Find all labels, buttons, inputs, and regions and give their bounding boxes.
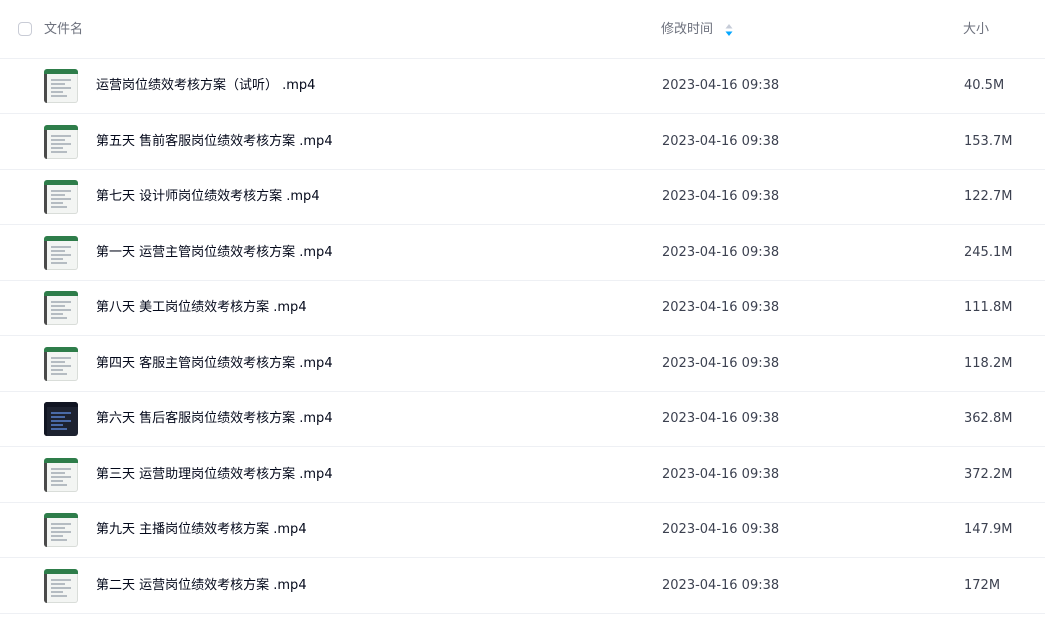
file-row[interactable]: 第三天 运营助理岗位绩效考核方案 .mp4 2023-04-16 09:38 372… [0, 447, 1045, 503]
file-name[interactable]: 运营岗位绩效考核方案（试听） .mp4 [96, 76, 315, 96]
file-size: 153.7M [964, 133, 1013, 149]
file-modified-time: 2023-04-16 09:38 [662, 577, 780, 593]
file-size: 372.2M [964, 466, 1013, 482]
select-all-checkbox[interactable] [18, 22, 32, 36]
file-name[interactable]: 第七天 设计师岗位绩效考核方案 .mp4 [96, 187, 320, 207]
video-thumbnail-icon[interactable] [44, 69, 78, 103]
file-name[interactable]: 第三天 运营助理岗位绩效考核方案 .mp4 [96, 465, 333, 485]
file-modified-time: 2023-04-16 09:38 [662, 244, 780, 260]
video-thumbnail-icon[interactable] [44, 180, 78, 214]
file-name[interactable]: 第二天 运营岗位绩效考核方案 .mp4 [96, 576, 307, 596]
file-size: 362.8M [964, 411, 1013, 426]
file-size: 172M [964, 577, 1001, 593]
file-modified-time: 2023-04-16 09:38 [662, 133, 780, 149]
file-row[interactable]: 第二天 运营岗位绩效考核方案 .mp4 2023-04-16 09:38 172M [0, 558, 1045, 614]
video-thumbnail-icon[interactable] [44, 402, 78, 436]
file-row[interactable]: 第七天 设计师岗位绩效考核方案 .mp4 2023-04-16 09:38 122.… [0, 169, 1045, 225]
file-size: 118.2M [964, 355, 1013, 371]
file-row[interactable]: 第一天 运营主管岗位绩效考核方案 .mp4 2023-04-16 09:38 245… [0, 225, 1045, 281]
column-header-size[interactable]: 大小 [963, 21, 989, 39]
file-size: 245.1M [964, 244, 1013, 260]
file-name[interactable]: 第八天 美工岗位绩效考核方案 .mp4 [96, 298, 307, 318]
video-thumbnail-icon[interactable] [44, 124, 78, 159]
file-size: 147.9M [964, 522, 1013, 537]
column-header-name[interactable]: 文件名 [44, 21, 83, 39]
file-modified-time: 2023-04-16 09:38 [662, 355, 780, 371]
file-list-header: 文件名 修改时间 大小 [0, 0, 1045, 59]
file-row[interactable]: 第九天 主播岗位绩效考核方案 .mp4 2023-04-16 09:38 147.9… [0, 502, 1045, 558]
video-thumbnail-icon[interactable] [44, 457, 78, 492]
column-header-modified-time[interactable]: 修改时间 [661, 21, 713, 39]
video-thumbnail-icon[interactable] [44, 513, 78, 547]
video-thumbnail-icon[interactable] [44, 346, 78, 381]
file-modified-time: 2023-04-16 09:38 [662, 300, 780, 315]
file-modified-time: 2023-04-16 09:38 [662, 189, 780, 204]
file-row[interactable]: 运营岗位绩效考核方案（试听） .mp4 2023-04-16 09:38 40.5M [0, 58, 1045, 114]
file-row[interactable]: 第四天 客服主管岗位绩效考核方案 .mp4 2023-04-16 09:38 118… [0, 336, 1045, 392]
file-modified-time: 2023-04-16 09:38 [662, 522, 780, 537]
file-size: 122.7M [964, 189, 1013, 204]
file-row[interactable]: 第八天 美工岗位绩效考核方案 .mp4 2023-04-16 09:38 111.8… [0, 280, 1045, 336]
file-modified-time: 2023-04-16 09:38 [662, 411, 780, 426]
video-thumbnail-icon[interactable] [44, 291, 78, 325]
file-row[interactable]: 第六天 售后客服岗位绩效考核方案 .mp4 2023-04-16 09:38 362… [0, 391, 1045, 447]
file-name[interactable]: 第四天 客服主管岗位绩效考核方案 .mp4 [96, 354, 333, 374]
file-row[interactable]: 第五天 售前客服岗位绩效考核方案 .mp4 2023-04-16 09:38 153… [0, 114, 1045, 170]
file-name[interactable]: 第六天 售后客服岗位绩效考核方案 .mp4 [96, 409, 333, 429]
file-size: 111.8M [964, 300, 1013, 315]
sort-icon[interactable] [724, 24, 734, 36]
file-modified-time: 2023-04-16 09:38 [662, 466, 780, 482]
video-thumbnail-icon[interactable] [44, 568, 78, 603]
file-modified-time: 2023-04-16 09:38 [662, 78, 780, 93]
file-name[interactable]: 第五天 售前客服岗位绩效考核方案 .mp4 [96, 132, 333, 152]
file-name[interactable]: 第一天 运营主管岗位绩效考核方案 .mp4 [96, 243, 333, 263]
video-thumbnail-icon[interactable] [44, 235, 78, 270]
file-name[interactable]: 第九天 主播岗位绩效考核方案 .mp4 [96, 520, 307, 540]
file-size: 40.5M [964, 78, 1005, 93]
